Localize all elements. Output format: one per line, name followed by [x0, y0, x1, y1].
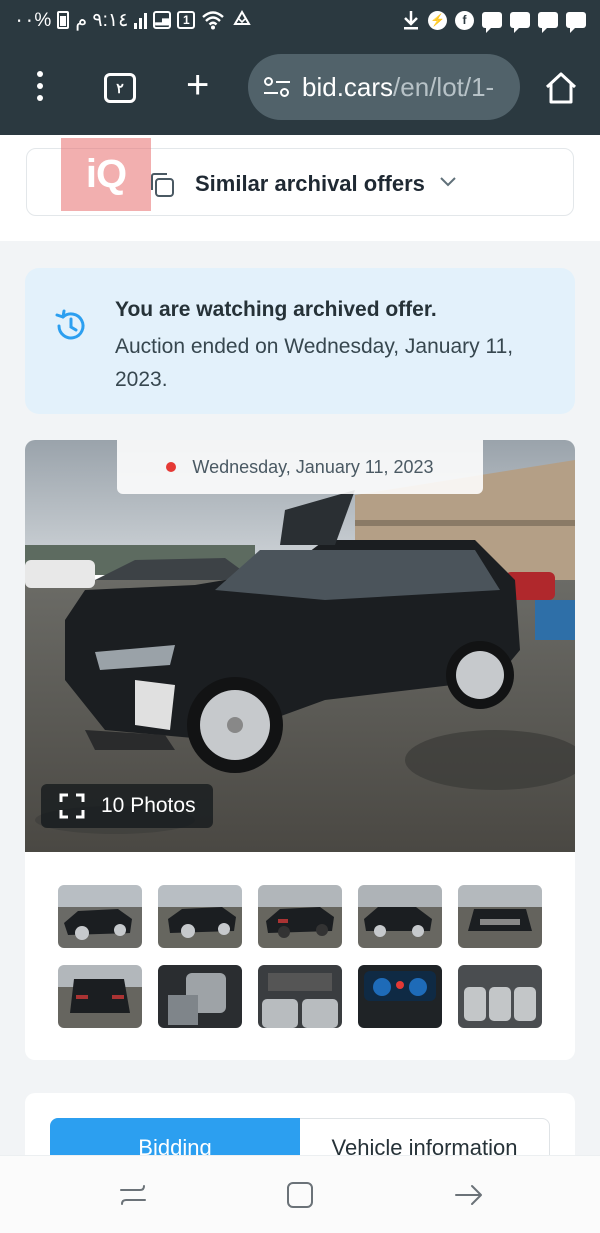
- similar-offers-label: Similar archival offers: [195, 171, 425, 196]
- status-left: ٩:١٤ م %٠٠: [14, 9, 128, 32]
- details-tabs-card: Bidding Vehicle information: [25, 1093, 575, 1155]
- message-icon: [566, 12, 586, 33]
- archived-notice-title: You are watching archived offer.: [115, 298, 437, 321]
- site-settings-icon[interactable]: [262, 72, 292, 102]
- battery-percent: %٠٠: [14, 9, 52, 31]
- facebook-icon: f: [455, 10, 474, 30]
- photos-count-label: 10 Photos: [101, 794, 196, 817]
- expand-icon: [59, 793, 85, 819]
- tab-vehicle-information[interactable]: Vehicle information: [300, 1118, 550, 1155]
- chevron-down-icon: [440, 177, 456, 187]
- history-icon: [55, 309, 85, 340]
- recycle-icon: [233, 10, 252, 25]
- back-icon[interactable]: [452, 1178, 486, 1212]
- home-nav-icon[interactable]: [283, 1178, 317, 1212]
- battery-icon: [57, 11, 70, 29]
- thumbnail[interactable]: [258, 965, 342, 1028]
- gallery-card: Wednesday, January 11, 2023 10 Photos: [25, 440, 575, 1060]
- copy-icon: [151, 173, 174, 197]
- auction-date-label: Wednesday, January 11, 2023: [117, 440, 483, 494]
- thumbnail[interactable]: [258, 885, 342, 948]
- plus-icon[interactable]: +: [186, 65, 209, 105]
- network-icons: ▂▅ 1: [134, 10, 253, 30]
- message-icon: [482, 12, 502, 33]
- signal-icon: [134, 11, 148, 29]
- download-icon: [404, 11, 418, 30]
- clock: ٩:١٤ م: [75, 9, 129, 31]
- signal-bars-icon: ▂▅: [153, 11, 172, 29]
- tab-bidding[interactable]: Bidding: [50, 1118, 300, 1155]
- wifi-icon: [202, 11, 225, 30]
- thumbnail[interactable]: [458, 965, 542, 1028]
- system-nav-bar: [0, 1155, 600, 1233]
- home-icon[interactable]: [544, 71, 578, 105]
- menu-dots-icon[interactable]: [28, 68, 52, 104]
- thumbnail[interactable]: [458, 885, 542, 948]
- url-path: /en/lot/1-: [393, 71, 495, 102]
- thumbnail[interactable]: [158, 885, 242, 948]
- status-dot: [166, 462, 177, 472]
- browser-toolbar: ٢ + bid.cars/en/lot/1-: [0, 40, 600, 135]
- thumbnail[interactable]: [158, 965, 242, 1028]
- recent-apps-icon[interactable]: [116, 1178, 150, 1212]
- url-bar[interactable]: bid.cars/en/lot/1-: [248, 54, 520, 120]
- tabs-icon[interactable]: ٢: [104, 73, 136, 103]
- auction-date-text: Wednesday, January 11, 2023: [192, 456, 434, 477]
- thumbnail[interactable]: [358, 965, 442, 1028]
- status-bar: ٩:١٤ م %٠٠ ▂▅ 1 ⚡ f: [0, 0, 600, 40]
- thumbnail[interactable]: [58, 885, 142, 948]
- archived-notice-text: Auction ended on Wednesday, January 11, …: [115, 335, 514, 391]
- notification-icons: ⚡ f: [402, 10, 586, 33]
- thumbnail[interactable]: [358, 885, 442, 948]
- messenger-icon: ⚡: [428, 10, 447, 30]
- message-icon: [510, 12, 530, 33]
- similar-offers-section: iQ Similar archival offers: [0, 135, 600, 241]
- similar-offers-button[interactable]: iQ Similar archival offers: [26, 138, 574, 216]
- thumbnail[interactable]: [58, 965, 142, 1028]
- archived-notice: You are watching archived offer. Auction…: [25, 268, 575, 414]
- message-icon: [538, 12, 558, 33]
- watermark-logo: iQ: [61, 138, 151, 211]
- page-content: iQ Similar archival offers You are watch…: [0, 135, 600, 1155]
- url-host: bid.cars: [302, 71, 394, 102]
- photos-count-button[interactable]: 10 Photos: [41, 784, 213, 828]
- sim-icon: 1: [177, 11, 196, 29]
